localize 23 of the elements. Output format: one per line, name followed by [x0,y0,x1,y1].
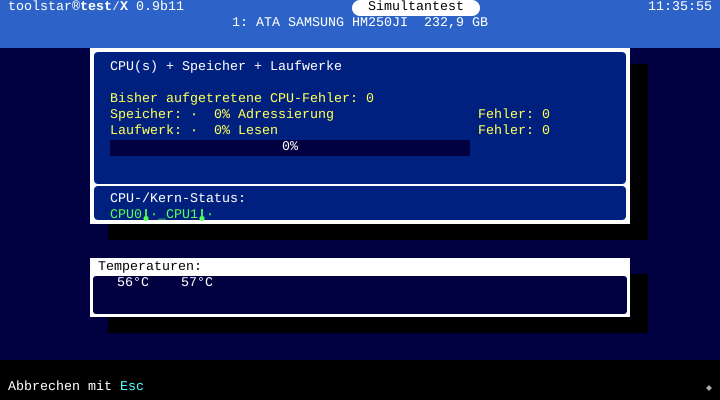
temperature-value: 57°C [181,276,213,293]
core-label: _CPU1 [158,208,198,224]
thermometer-icon [143,209,149,221]
app-title: toolstar®test∕X 0.9b11 [8,0,184,16]
cpu-error-count: Bisher aufgetretene CPU-Fehler: 0 [110,92,374,107]
error-count: Fehler: 0 [478,108,550,124]
error-count: Fehler: 0 [478,124,550,140]
clock: 11:35:55 [648,0,712,16]
drive-info: 1: ATA SAMSUNG HM250JI 232,9 GB [232,16,488,31]
shortcut-key: Esc [120,380,144,395]
status-dot: · [150,208,158,224]
core-label: CPU0 [110,208,142,224]
status-dot: · [206,208,214,224]
core-status-title: CPU-/Kern-Status: [110,192,246,207]
diamond-icon [706,385,712,391]
temperature-value: 56°C [117,276,149,293]
panel-title: CPU(s) + Speicher + Laufwerke [110,60,342,75]
test-status: Laufwerk: · 0% Lesen [110,124,279,140]
thermometer-icon [199,209,205,221]
mode-label: Simultantest [352,0,480,16]
footer-hint: Abbrechen mit [8,380,112,395]
progress-reading: 0% [281,140,299,156]
test-status: Speicher: · 0% Adressierung [110,108,335,124]
